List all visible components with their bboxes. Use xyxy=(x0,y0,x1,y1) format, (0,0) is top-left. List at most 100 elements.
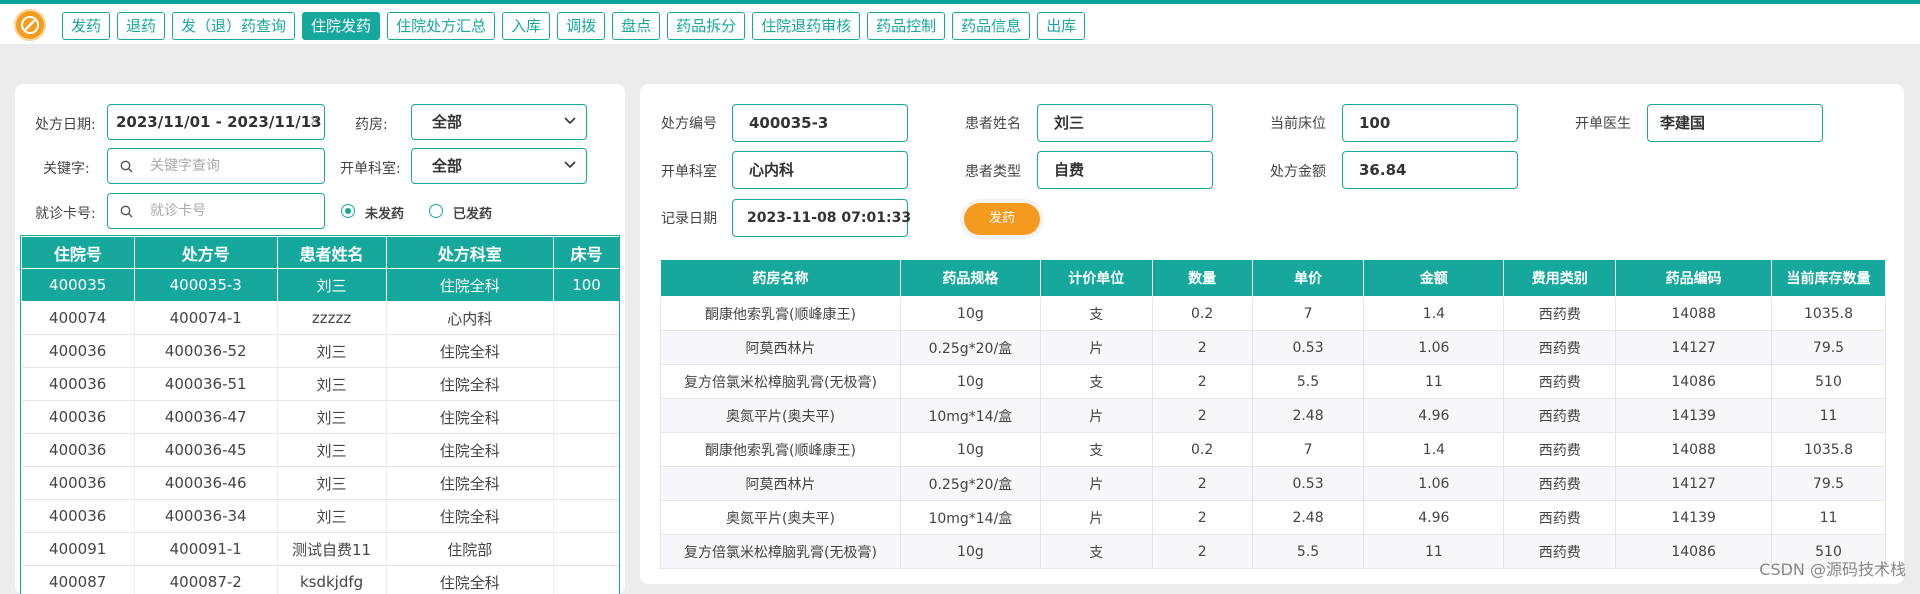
table-row[interactable]: 400087400087-2ksdkjdfg住院全科 xyxy=(22,566,620,594)
nav-button[interactable]: 发药 xyxy=(62,12,110,40)
search-icon xyxy=(120,205,133,218)
table-row[interactable]: 复方倍氯米松樟脑乳膏(无极膏)10g支25.511西药费14086510 xyxy=(661,535,1886,569)
rx-no-field[interactable]: 400035-3 xyxy=(732,104,908,142)
patient-field[interactable]: 刘三 xyxy=(1037,104,1213,142)
table-cell: 100 xyxy=(554,269,620,302)
table-cell: 4.96 xyxy=(1364,501,1504,535)
table-cell: 10mg*14/盒 xyxy=(900,399,1040,433)
chevron-down-icon xyxy=(564,161,576,169)
bed-field[interactable]: 100 xyxy=(1342,104,1518,142)
table-row[interactable]: 400036400036-51刘三住院全科 xyxy=(22,368,620,401)
pharmacy-label: 药房: xyxy=(355,114,388,134)
prescription-table: 住院号处方号患者姓名处方科室床号 400035400035-3刘三住院全科100… xyxy=(21,236,620,594)
table-cell xyxy=(554,401,620,434)
table-cell: 阿莫西林片 xyxy=(661,331,901,365)
table-cell: 400036 xyxy=(22,467,135,500)
table-cell: 0.25g*20/盒 xyxy=(900,331,1040,365)
nav-button[interactable]: 入库 xyxy=(502,12,550,40)
table-row[interactable]: 400036400036-52刘三住院全科 xyxy=(22,335,620,368)
nav-button[interactable]: 药品信息 xyxy=(952,12,1030,40)
table-cell: 1.4 xyxy=(1364,433,1504,467)
table-cell: 10g xyxy=(900,535,1040,569)
record-value: 2023-11-08 07:01:33 xyxy=(747,200,911,236)
column-header: 住院号 xyxy=(22,237,135,269)
table-cell xyxy=(554,434,620,467)
table-row[interactable]: 400091400091-1测试自费11住院部 xyxy=(22,533,620,566)
table-cell: 西药费 xyxy=(1504,297,1616,331)
card-input[interactable]: 就诊卡号 xyxy=(107,193,325,229)
date-range-value: 2023/11/01 - 2023/11/13 xyxy=(116,105,322,139)
keyword-input[interactable]: 关键字查询 xyxy=(107,148,325,184)
bed-label: 当前床位 xyxy=(1270,113,1326,133)
table-cell xyxy=(554,533,620,566)
nav-button[interactable]: 药品控制 xyxy=(867,12,945,40)
nav-button[interactable]: 退药 xyxy=(117,12,165,40)
table-cell: 14127 xyxy=(1616,467,1772,501)
record-field[interactable]: 2023-11-08 07:01:33 xyxy=(732,199,908,237)
table-row[interactable]: 400035400035-3刘三住院全科100 xyxy=(22,269,620,302)
table-cell: 刘三 xyxy=(277,269,386,302)
dept-label: 开单科室: xyxy=(340,158,401,178)
dispense-button[interactable]: 发药 xyxy=(964,203,1040,235)
dept-detail-value: 心内科 xyxy=(749,152,794,188)
table-row[interactable]: 400036400036-34刘三住院全科 xyxy=(22,500,620,533)
table-cell: 住院全科 xyxy=(386,269,554,302)
table-cell: 11 xyxy=(1772,501,1886,535)
table-row[interactable]: 奥氮平片(奥夫平)10mg*14/盒片22.484.96西药费1413911 xyxy=(661,501,1886,535)
nav-button[interactable]: 住院处方汇总 xyxy=(387,12,495,40)
radio-dispensed[interactable] xyxy=(429,204,443,218)
drug-table-wrap: 药房名称药品规格计价单位数量单价金额费用类别药品编码当前库存数量 酮康他索乳膏(… xyxy=(660,259,1888,569)
column-header: 处方科室 xyxy=(386,237,554,269)
table-cell: 西药费 xyxy=(1504,535,1616,569)
module-nav: 发药退药发（退）药查询住院发药住院处方汇总入库调拨盘点药品拆分住院退药审核药品控… xyxy=(62,12,1085,40)
table-row[interactable]: 400074400074-1zzzzz心内科 xyxy=(22,302,620,335)
dept-select[interactable]: 全部 xyxy=(411,148,587,184)
table-row[interactable]: 阿莫西林片0.25g*20/盒片20.531.06西药费1412779.5 xyxy=(661,331,1886,365)
doctor-value: 李建国 xyxy=(1660,105,1705,141)
table-cell: 400036-46 xyxy=(134,467,277,500)
table-cell xyxy=(554,500,620,533)
table-cell: 10g xyxy=(900,433,1040,467)
dept-detail-field[interactable]: 心内科 xyxy=(732,151,908,189)
nav-button[interactable]: 住院发药 xyxy=(302,12,380,40)
pharmacy-select[interactable]: 全部 xyxy=(411,104,587,140)
nav-button[interactable]: 盘点 xyxy=(612,12,660,40)
dept-value: 全部 xyxy=(432,149,462,183)
radio-undispensed-label: 未发药 xyxy=(365,203,404,222)
date-range-input[interactable]: 2023/11/01 - 2023/11/13 × xyxy=(107,104,325,140)
drug-table: 药房名称药品规格计价单位数量单价金额费用类别药品编码当前库存数量 酮康他索乳膏(… xyxy=(660,259,1886,569)
clear-icon[interactable]: × xyxy=(309,105,320,139)
table-cell: 10mg*14/盒 xyxy=(900,501,1040,535)
table-cell: 510 xyxy=(1772,365,1886,399)
table-cell: 片 xyxy=(1040,399,1152,433)
table-cell: 西药费 xyxy=(1504,399,1616,433)
nav-button[interactable]: 调拨 xyxy=(557,12,605,40)
keyword-label: 关键字: xyxy=(43,158,90,178)
table-cell: 1035.8 xyxy=(1772,297,1886,331)
column-header: 药房名称 xyxy=(661,260,901,297)
table-row[interactable]: 400036400036-45刘三住院全科 xyxy=(22,434,620,467)
nav-button[interactable]: 发（退）药查询 xyxy=(172,12,295,40)
nav-button[interactable]: 药品拆分 xyxy=(667,12,745,40)
doctor-field[interactable]: 李建国 xyxy=(1647,104,1823,142)
table-row[interactable]: 阿莫西林片0.25g*20/盒片20.531.06西药费1412779.5 xyxy=(661,467,1886,501)
table-cell: 2 xyxy=(1152,399,1252,433)
radio-undispensed[interactable] xyxy=(341,204,355,218)
table-cell: 5.5 xyxy=(1252,365,1364,399)
ptype-field[interactable]: 自费 xyxy=(1037,151,1213,189)
table-cell: 支 xyxy=(1040,535,1152,569)
table-row[interactable]: 奥氮平片(奥夫平)10mg*14/盒片22.484.96西药费1413911 xyxy=(661,399,1886,433)
table-row[interactable]: 复方倍氯米松樟脑乳膏(无极膏)10g支25.511西药费14086510 xyxy=(661,365,1886,399)
amount-field[interactable]: 36.84 xyxy=(1342,151,1518,189)
table-cell: 7 xyxy=(1252,433,1364,467)
amount-label: 处方金额 xyxy=(1270,161,1326,181)
table-row[interactable]: 400036400036-46刘三住院全科 xyxy=(22,467,620,500)
nav-button[interactable]: 住院退药审核 xyxy=(752,12,860,40)
watermark: CSDN @源码技术栈 xyxy=(1759,556,1906,580)
top-navbar: 发药退药发（退）药查询住院发药住院处方汇总入库调拨盘点药品拆分住院退药审核药品控… xyxy=(0,4,1920,44)
table-cell: 400036-45 xyxy=(134,434,277,467)
nav-button[interactable]: 出库 xyxy=(1037,12,1085,40)
table-row[interactable]: 酮康他索乳膏(顺峰康王)10g支0.271.4西药费140881035.8 xyxy=(661,297,1886,331)
table-row[interactable]: 酮康他索乳膏(顺峰康王)10g支0.271.4西药费140881035.8 xyxy=(661,433,1886,467)
table-row[interactable]: 400036400036-47刘三住院全科 xyxy=(22,401,620,434)
